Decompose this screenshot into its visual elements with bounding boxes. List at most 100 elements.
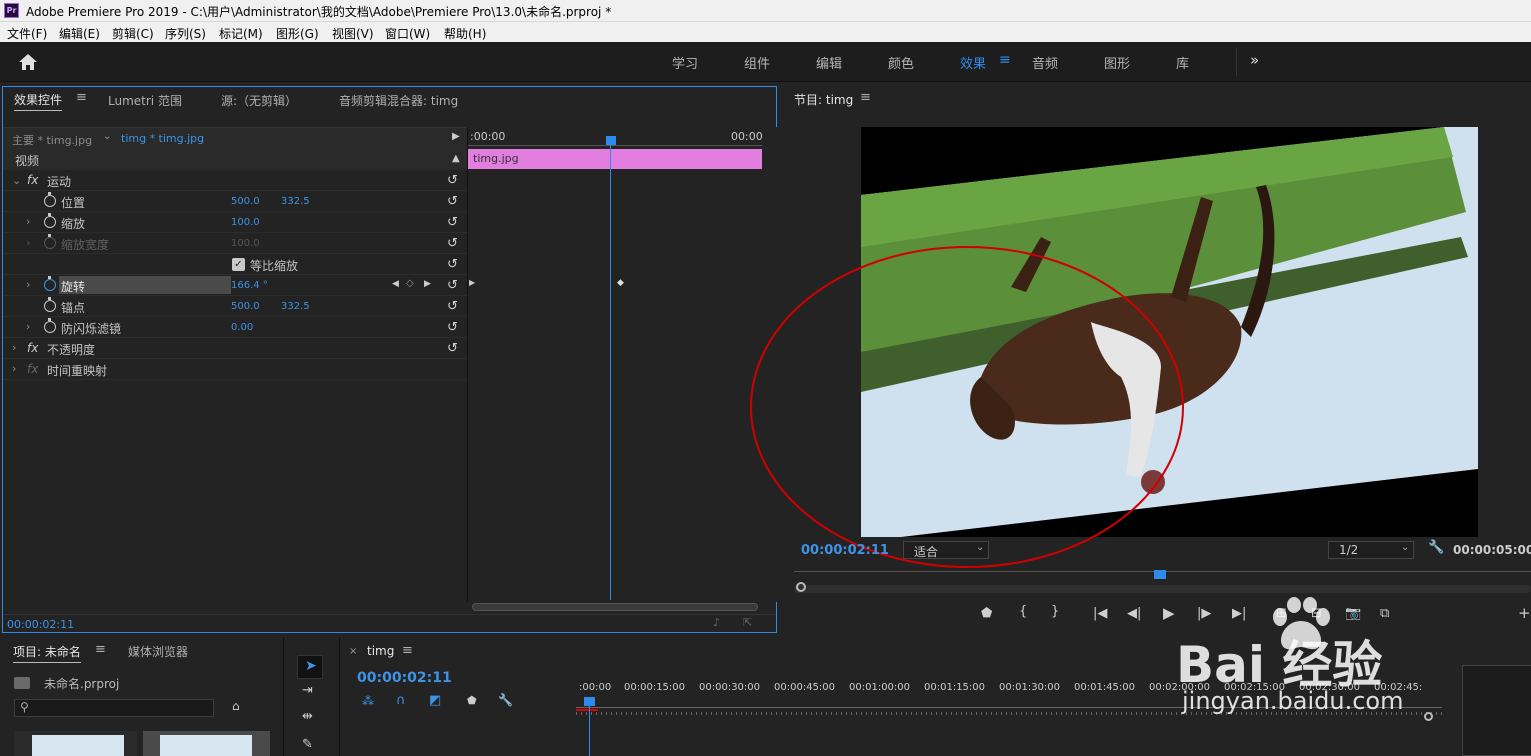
reset-icon[interactable]: ↺ — [447, 341, 458, 356]
scale-value[interactable]: 100.0 — [231, 217, 260, 228]
add-button-icon[interactable]: + — [1518, 604, 1531, 622]
export-frame-icon[interactable]: ⇱ — [743, 616, 752, 629]
media-thumbnail[interactable] — [143, 731, 270, 756]
chevron-right-icon[interactable]: › — [12, 362, 16, 375]
chevron-down-icon[interactable]: ⌄ — [103, 131, 111, 142]
project-search-input[interactable]: ⚲ — [14, 699, 214, 717]
workspace-graphics[interactable]: 图形 — [1104, 53, 1130, 72]
play-triangle-icon[interactable]: ▶ — [452, 131, 460, 142]
opacity-row[interactable]: › fx 不透明度 ↺ — [3, 338, 467, 359]
tab-effect-controls[interactable]: 效果控件 — [14, 91, 63, 111]
motion-row[interactable]: ⌄ fx 运动 ↺ — [3, 170, 467, 191]
tab-timeline[interactable]: timg — [367, 644, 394, 658]
workspace-learn[interactable]: 学习 — [672, 53, 698, 72]
next-keyframe-icon[interactable]: ▶ — [424, 279, 431, 289]
collapse-up-icon[interactable]: ▲ — [452, 153, 460, 164]
workspace-audio[interactable]: 音频 — [1032, 53, 1058, 72]
add-marker-icon[interactable]: ⬟ — [467, 694, 477, 707]
snap-magnet-icon[interactable]: ∩ — [396, 693, 406, 708]
wrench-icon[interactable]: 🔧 — [1428, 540, 1444, 555]
linked-selection-icon[interactable]: ◩ — [429, 693, 441, 708]
ripple-edit-icon[interactable]: ⇹ — [302, 709, 313, 724]
clip-label[interactable]: timg * timg.jpg — [121, 132, 204, 145]
clip-bar[interactable]: timg.jpg — [468, 149, 762, 169]
rotation-value[interactable]: 166.4 ° — [231, 280, 268, 291]
menu-sequence[interactable]: 序列(S) — [165, 25, 206, 42]
ec-zoom-scrollbar[interactable] — [472, 603, 758, 611]
position-y-value[interactable]: 332.5 — [281, 196, 310, 207]
fit-select[interactable]: 适合 ⌄ — [903, 541, 989, 559]
master-clip-label[interactable]: 主要 * timg.jpg — [12, 132, 92, 148]
flicker-value[interactable]: 0.00 — [231, 322, 253, 333]
reset-icon[interactable]: ↺ — [447, 320, 458, 335]
menu-graphics[interactable]: 图形(G) — [276, 25, 319, 42]
tab-lumetri-scopes[interactable]: Lumetri 范围 — [108, 92, 182, 109]
close-tab-icon[interactable]: × — [349, 646, 357, 657]
nest-icon[interactable]: ⁂ — [362, 694, 374, 708]
ec-timecode[interactable]: 00:00:02:11 — [7, 618, 74, 631]
scroll-handle-icon[interactable] — [796, 582, 806, 592]
chevron-right-icon[interactable]: › — [12, 341, 16, 354]
wrench-icon[interactable]: 🔧 — [498, 693, 513, 707]
panel-menu-icon[interactable]: ≡ — [402, 643, 413, 658]
workspace-editing[interactable]: 编辑 — [816, 53, 842, 72]
time-remap-row[interactable]: › fx 时间重映射 — [3, 359, 467, 380]
tab-source[interactable]: 源:（无剪辑） — [221, 92, 297, 109]
chevron-right-icon[interactable]: › — [26, 320, 30, 333]
tab-project[interactable]: 项目: 未命名 — [13, 643, 81, 663]
stopwatch-active-icon[interactable] — [44, 276, 56, 291]
reset-icon[interactable]: ↺ — [447, 194, 458, 209]
track-select-icon[interactable]: ⇥ — [302, 683, 313, 698]
add-marker-icon[interactable]: ⬟ — [981, 606, 992, 621]
program-monitor-title[interactable]: 节目: timg — [794, 91, 853, 108]
reset-icon[interactable]: ↺ — [447, 215, 458, 230]
workspace-menu-icon[interactable]: ≡ — [999, 52, 1011, 68]
stopwatch-icon[interactable] — [44, 297, 56, 312]
razor-icon[interactable]: ✎ — [302, 737, 313, 752]
position-x-value[interactable]: 500.0 — [231, 196, 260, 207]
monitor-playhead-icon[interactable] — [1154, 570, 1166, 579]
chevron-right-icon[interactable]: › — [26, 215, 30, 228]
keyframe-start-icon[interactable]: ▶ — [469, 278, 475, 287]
selection-tool[interactable]: ➤ — [297, 655, 323, 679]
step-back-icon[interactable]: ◀| — [1127, 606, 1141, 621]
menu-edit[interactable]: 编辑(E) — [59, 25, 100, 42]
tab-audio-clip-mixer[interactable]: 音频剪辑混合器: timg — [339, 92, 458, 109]
menu-view[interactable]: 视图(V) — [332, 25, 374, 42]
workspace-assembly[interactable]: 组件 — [744, 53, 770, 72]
timeline-playhead-icon[interactable] — [584, 697, 595, 706]
timeline-timecode[interactable]: 00:00:02:11 — [357, 670, 452, 686]
go-to-in-icon[interactable]: |◀ — [1093, 606, 1107, 621]
play-icon[interactable]: ▶ — [1163, 604, 1175, 622]
stopwatch-icon[interactable] — [44, 213, 56, 228]
panel-menu-icon[interactable]: ≡ — [95, 642, 106, 657]
keyframe-icon[interactable]: ◆ — [617, 278, 624, 288]
stopwatch-icon[interactable] — [44, 192, 56, 207]
prev-keyframe-icon[interactable]: ◀ — [392, 279, 399, 289]
menu-marker[interactable]: 标记(M) — [219, 25, 263, 42]
menu-clip[interactable]: 剪辑(C) — [112, 25, 154, 42]
resolution-select[interactable]: 1/2 ⌄ — [1328, 541, 1414, 559]
menu-file[interactable]: 文件(F) — [7, 25, 47, 42]
panel-menu-icon[interactable]: ≡ — [860, 90, 871, 105]
program-timecode[interactable]: 00:00:02:11 — [801, 543, 889, 558]
reset-icon[interactable]: ↺ — [447, 236, 458, 251]
reset-icon[interactable]: ↺ — [447, 257, 458, 272]
reset-icon[interactable]: ↺ — [447, 173, 458, 188]
media-thumbnail[interactable] — [14, 731, 137, 756]
anchor-x-value[interactable]: 500.0 — [231, 301, 260, 312]
stopwatch-icon[interactable] — [44, 318, 56, 333]
monitor-scrollbar[interactable] — [794, 585, 1531, 593]
uniform-scale-checkbox[interactable]: ✓ — [232, 258, 245, 271]
mark-out-icon[interactable]: } — [1051, 604, 1059, 619]
chevron-right-icon[interactable]: › — [26, 278, 30, 291]
tab-media-browser[interactable]: 媒体浏览器 — [128, 643, 188, 660]
new-bin-icon[interactable]: ⌂ — [232, 699, 240, 713]
more-workspaces-icon[interactable]: » — [1250, 51, 1259, 69]
reset-icon[interactable]: ↺ — [447, 278, 458, 293]
add-keyframe-icon[interactable]: ◇ — [406, 278, 414, 289]
menu-window[interactable]: 窗口(W) — [385, 25, 430, 42]
menu-help[interactable]: 帮助(H) — [444, 25, 486, 42]
audio-scrub-icon[interactable]: ♪ — [713, 616, 720, 629]
panel-menu-icon[interactable]: ≡ — [76, 90, 87, 105]
